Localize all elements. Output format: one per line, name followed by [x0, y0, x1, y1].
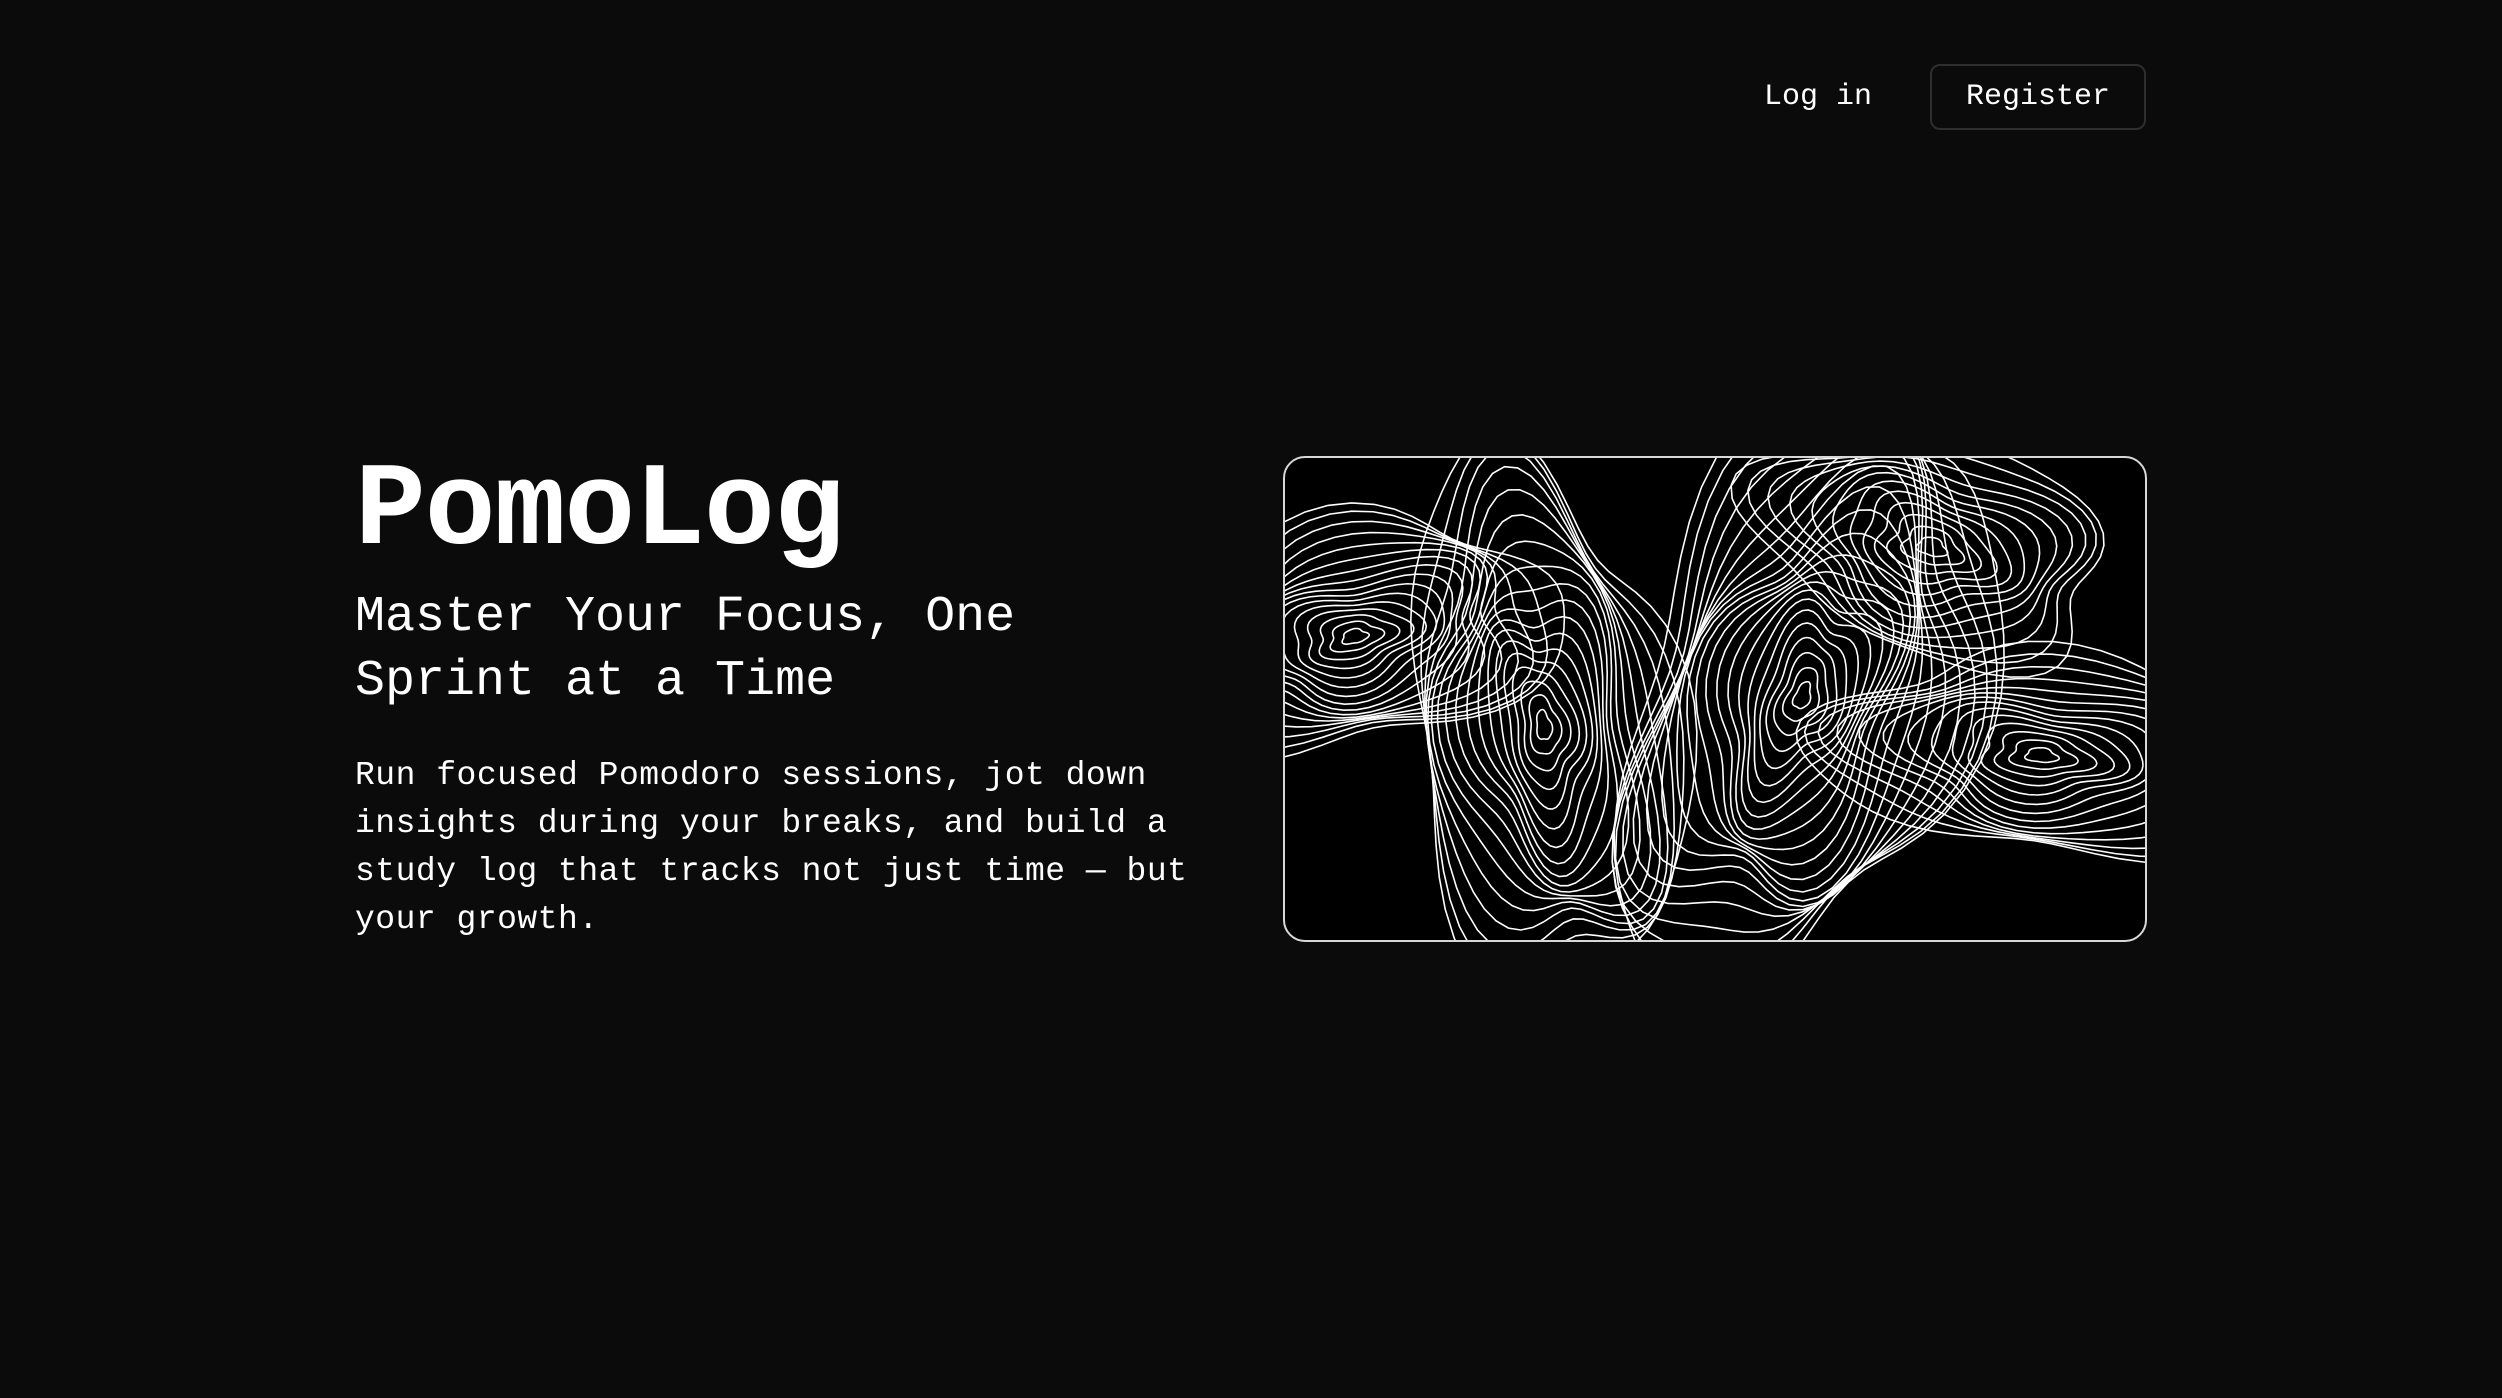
contour-line	[1951, 707, 2144, 806]
contour-lines-graphic	[1285, 458, 2145, 940]
contour-line	[1477, 615, 1603, 865]
contour-line	[1791, 680, 1812, 710]
contour-line	[1727, 581, 1895, 830]
login-link[interactable]: Log in	[1752, 68, 1884, 126]
landing-page: Log in Register PomoLog Master Your Focu…	[0, 0, 2502, 1398]
contour-line	[1410, 458, 1698, 940]
hero-section: PomoLog Master Your Focus, One Sprint at…	[355, 448, 1195, 944]
contour-line	[1773, 651, 1829, 737]
contour-line	[1528, 694, 1563, 755]
register-button[interactable]: Register	[1930, 64, 2146, 130]
contour-line	[1535, 708, 1554, 740]
contour-line	[2023, 747, 2061, 764]
contour-line	[1781, 666, 1821, 722]
contour-line-group	[1285, 458, 2145, 940]
contour-line	[1285, 592, 1438, 689]
contour-line	[2008, 739, 2079, 771]
top-nav: Log in Register	[1752, 64, 2146, 130]
brand-title: PomoLog	[355, 446, 845, 579]
hero-description: Run focused Pomodoro sessions, jot down …	[355, 757, 1188, 938]
contour-illustration	[1283, 456, 2147, 942]
contour-line	[1882, 692, 2145, 829]
hero-tagline: Master Your Focus, One Sprint at a Time	[355, 589, 1016, 710]
contour-line	[1341, 627, 1371, 645]
